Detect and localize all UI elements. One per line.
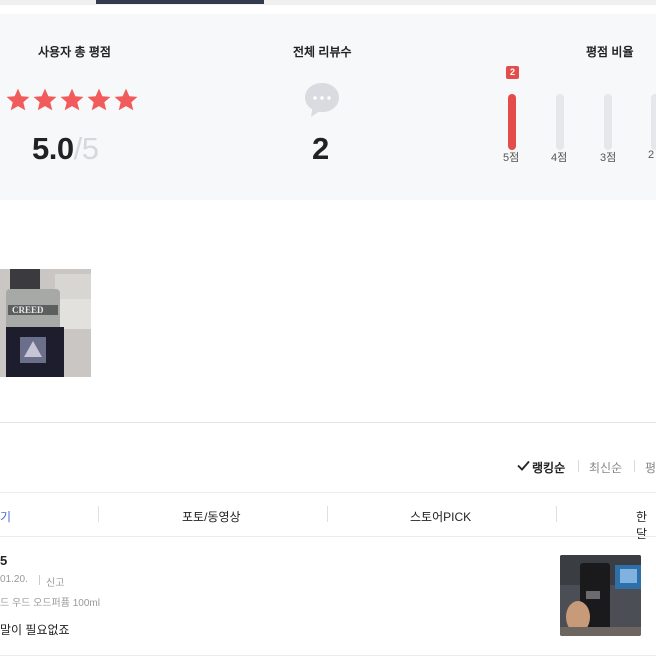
tab-store-pick[interactable]: 스토어PICK: [410, 508, 471, 525]
star-icon: [33, 88, 57, 111]
svg-text:CREED: CREED: [12, 305, 44, 315]
tab-separator: [556, 506, 557, 522]
sort-separator: [634, 460, 635, 472]
review-meta-separator: [39, 575, 40, 585]
section-divider: [0, 422, 656, 423]
perfume-bottle-image: CREED: [0, 269, 91, 377]
review-item-photo[interactable]: [560, 555, 641, 636]
sort-ranking[interactable]: 랭킹순: [532, 459, 565, 476]
ratio-bar-fill: [508, 94, 516, 150]
report-link[interactable]: 신고: [46, 574, 64, 589]
star-icon: [87, 88, 111, 111]
sort-separator: [578, 460, 579, 472]
review-count-title: 전체 리뷰수: [293, 45, 352, 59]
tab-photo-video[interactable]: 포토/동영상: [182, 508, 241, 525]
perfume-box-image: [560, 555, 641, 636]
star-icon: [60, 88, 84, 111]
tab-separator: [98, 506, 99, 522]
ratio-bar-label: 2: [648, 149, 655, 161]
sort-rating[interactable]: 평: [645, 459, 656, 476]
rating-max: /5: [73, 131, 99, 166]
sort-latest[interactable]: 최신순: [589, 459, 622, 476]
review-text[interactable]: 말이 필요없죠: [0, 621, 70, 638]
rating-score: 5.0/5: [32, 131, 99, 167]
star-icon: [114, 88, 138, 111]
speech-bubble-icon: [305, 83, 339, 117]
filter-bottom-divider: [0, 536, 656, 537]
check-icon: [517, 460, 530, 471]
review-date: 01.20.: [0, 574, 28, 585]
top-tab-bar: [0, 0, 656, 5]
tab-all[interactable]: 기: [0, 508, 11, 525]
review-score: 5: [0, 553, 8, 568]
star-icon: [6, 88, 30, 111]
star-rating: [5, 87, 139, 113]
ratio-bar: [604, 94, 612, 150]
ratio-count-badge: 2: [506, 66, 519, 79]
rating-summary-panel: 사용자 총 평점 5.0/5 전체 리뷰수 2 평점 비율 2 5점 4점 3점 2: [0, 14, 656, 200]
ratio-bar: [508, 94, 516, 150]
ratio-title: 평점 비율: [586, 45, 634, 59]
ratio-bar: [651, 94, 656, 150]
review-count: 2: [312, 131, 330, 166]
ratio-bar-label: 5점: [503, 152, 520, 164]
ratio-bar-label: 3점: [600, 152, 617, 164]
review-product-option: 드 우드 오드퍼퓸 100ml: [0, 598, 100, 609]
ratio-bar-label: 4점: [551, 152, 568, 164]
rating-title: 사용자 총 평점: [38, 45, 111, 59]
tab-separator: [327, 506, 328, 522]
rating-value: 5.0: [32, 131, 74, 166]
review-photo-thumbnail[interactable]: CREED: [0, 269, 91, 377]
ratio-bar: [556, 94, 564, 150]
active-tab-indicator: [96, 0, 264, 4]
filter-top-divider: [0, 492, 656, 493]
